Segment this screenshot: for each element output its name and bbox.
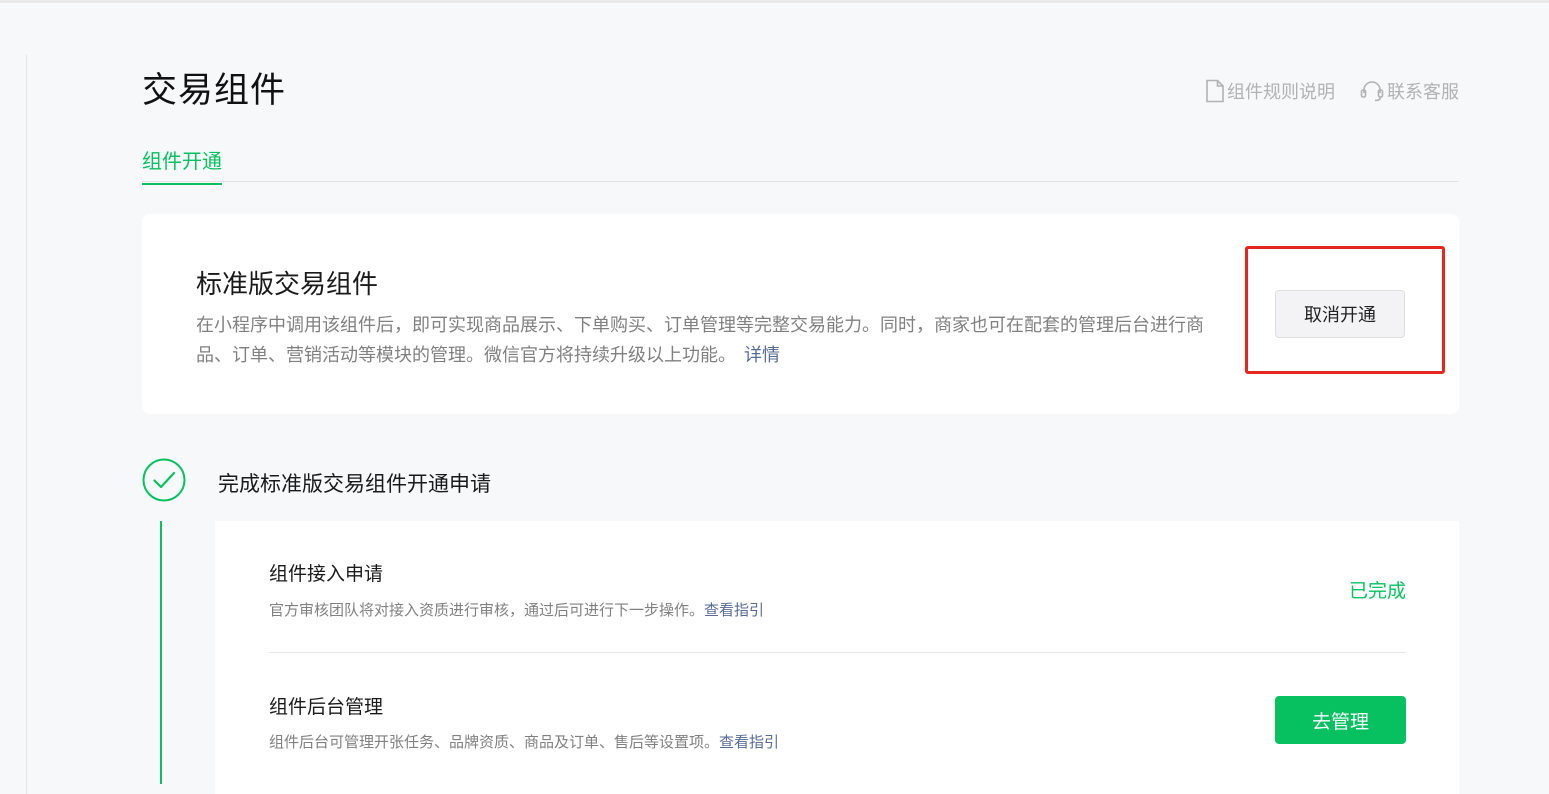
top-divider xyxy=(0,0,1549,3)
header-links: 组件规则说明 联系客服 xyxy=(1205,78,1459,104)
step-item-description-text: 官方审核团队将对接入资质进行审核，通过后可进行下一步操作。 xyxy=(269,601,705,619)
document-icon xyxy=(1205,79,1225,103)
card-description: 在小程序中调用该组件后，即可实现商品展示、下单购买、订单管理等完整交易能力。同时… xyxy=(196,311,1206,371)
component-card: 标准版交易组件 在小程序中调用该组件后，即可实现商品展示、下单购买、订单管理等完… xyxy=(142,214,1459,414)
customer-service-label: 联系客服 xyxy=(1387,82,1459,103)
customer-service-link[interactable]: 联系客服 xyxy=(1359,78,1459,104)
step-item-description: 组件后台可管理开张任务、品牌资质、商品及订单、售后等设置项。查看指引 xyxy=(269,731,779,752)
step-item-backend-management: 组件后台管理 组件后台可管理开张任务、品牌资质、商品及订单、售后等设置项。查看指… xyxy=(269,653,1406,794)
step-timeline-line xyxy=(160,521,162,784)
page-title: 交易组件 xyxy=(142,71,287,111)
step-items-panel: 组件接入申请 官方审核团队将对接入资质进行审核，通过后可进行下一步操作。查看指引… xyxy=(215,521,1459,794)
tab-component-activation[interactable]: 组件开通 xyxy=(142,145,222,185)
card-description-text: 在小程序中调用该组件后，即可实现商品展示、下单购买、订单管理等完整交易能力。同时… xyxy=(196,315,1204,366)
check-circle-icon xyxy=(142,458,186,502)
headset-icon xyxy=(1359,79,1385,103)
view-guide-link[interactable]: 查看指引 xyxy=(704,601,764,619)
step-item-title: 组件后台管理 xyxy=(269,696,384,718)
step-item-access-application: 组件接入申请 官方审核团队将对接入资质进行审核，通过后可进行下一步操作。查看指引… xyxy=(269,521,1406,653)
card-title: 标准版交易组件 xyxy=(196,270,379,300)
left-divider xyxy=(26,55,27,794)
step-item-description-text: 组件后台可管理开张任务、品牌资质、商品及订单、售后等设置项。 xyxy=(269,733,720,751)
step-item-description: 官方审核团队将对接入资质进行审核，通过后可进行下一步操作。查看指引 xyxy=(269,599,764,620)
step-item-title: 组件接入申请 xyxy=(269,563,384,585)
step-title: 完成标准版交易组件开通申请 xyxy=(218,472,491,496)
view-guide-link[interactable]: 查看指引 xyxy=(719,733,779,751)
status-completed: 已完成 xyxy=(1348,580,1406,602)
tab-bar: 组件开通 xyxy=(142,140,1459,185)
rules-link-label: 组件规则说明 xyxy=(1227,82,1335,103)
detail-link[interactable]: 详情 xyxy=(744,345,780,366)
cancel-activation-button[interactable]: 取消开通 xyxy=(1275,290,1405,338)
go-manage-button[interactable]: 去管理 xyxy=(1275,696,1406,744)
rules-link[interactable]: 组件规则说明 xyxy=(1205,78,1335,104)
